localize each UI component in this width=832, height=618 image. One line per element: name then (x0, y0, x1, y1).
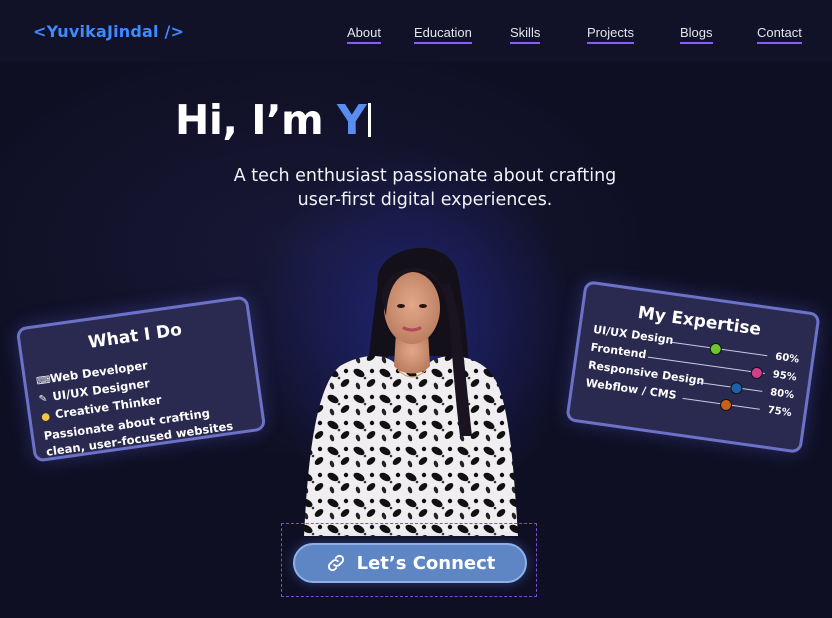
top-navbar: <YuvikaJindal /> About Education Skills … (0, 0, 832, 62)
nav-link-skills[interactable]: Skills (510, 25, 541, 44)
typing-caret (368, 103, 372, 137)
skill-percent: 95% (772, 369, 798, 384)
skill-slider-handle[interactable] (729, 381, 744, 396)
hero-typed-name: Y (337, 96, 367, 144)
hero-greeting: Hi, I’m (175, 96, 338, 144)
nav-link-contact[interactable]: Contact (757, 25, 802, 44)
link-icon (327, 554, 344, 572)
hero-subtitle: A tech enthusiast passionate about craft… (200, 164, 650, 212)
skill-percent: 80% (769, 387, 795, 402)
lets-connect-button[interactable]: Let’s Connect (293, 543, 527, 583)
hero-subtitle-line-1: A tech enthusiast passionate about craft… (233, 166, 617, 186)
skill-slider-handle[interactable] (750, 366, 764, 380)
skill-slider-handle[interactable] (708, 342, 723, 356)
nav-link-about[interactable]: About (347, 25, 381, 44)
nav-link-education[interactable]: Education (414, 25, 472, 44)
nav-link-projects[interactable]: Projects (587, 25, 634, 44)
skill-percent: 75% (766, 404, 793, 420)
hero-heading: Hi, I’m Y (175, 96, 372, 144)
skill-percent: 60% (774, 351, 800, 366)
hero-subtitle-line-2: user-first digital experiences. (297, 190, 553, 210)
nav-link-blogs[interactable]: Blogs (680, 25, 713, 44)
profile-photo (304, 247, 518, 536)
lets-connect-label: Let’s Connect (356, 552, 496, 574)
site-logo[interactable]: <YuvikaJindal /> (33, 22, 184, 41)
skill-slider-handle[interactable] (719, 398, 733, 412)
